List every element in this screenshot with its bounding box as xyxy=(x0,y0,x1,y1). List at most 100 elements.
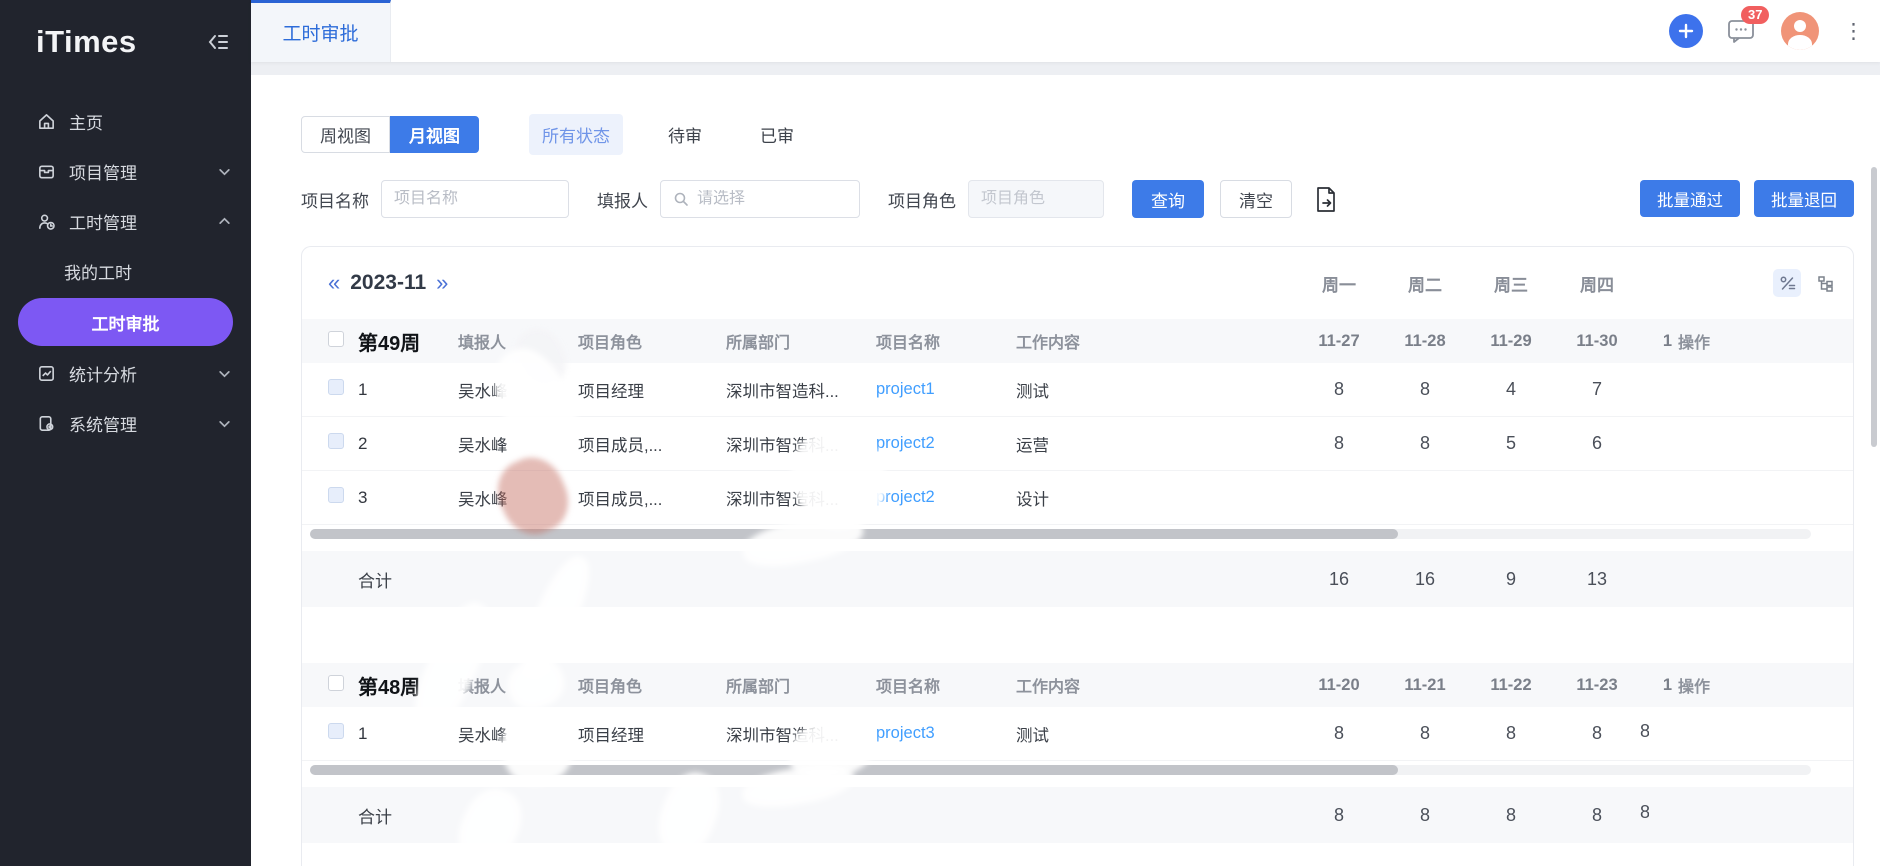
sidebar-item-label: 系统管理 xyxy=(69,411,205,436)
chevron-down-icon xyxy=(218,165,231,178)
week-view-button[interactable]: 周视图 xyxy=(301,116,390,153)
table-row: 2吴水峰项目成员,...深圳市智造科...project2运营8856 xyxy=(302,417,1853,471)
section-gap xyxy=(302,607,1853,655)
percent-view-icon[interactable] xyxy=(1773,269,1801,297)
date-column-header: 11-28 xyxy=(1382,332,1468,351)
sidebar-item-time-mgmt[interactable]: 工时管理 xyxy=(0,196,251,246)
message-count-badge: 37 xyxy=(1741,6,1769,24)
total-label: 合计 xyxy=(358,803,458,828)
column-header: 工作内容 xyxy=(1016,329,1296,353)
project-name-input-wrap xyxy=(381,180,569,218)
table-row: 3吴水峰项目成员,...深圳市智造科...project2设计 xyxy=(302,471,1853,525)
add-button[interactable] xyxy=(1669,14,1703,48)
total-hours-cell: 8 xyxy=(1468,805,1554,826)
hours-cell: 4 xyxy=(1468,379,1554,400)
chevron-down-icon xyxy=(218,417,231,430)
total-hours-cell: 8 xyxy=(1296,805,1382,826)
avatar[interactable] xyxy=(1781,12,1819,50)
sidebar-collapse-icon[interactable] xyxy=(207,32,229,52)
work-content: 测试 xyxy=(1016,378,1296,402)
sidebar-item-home[interactable]: 主页 xyxy=(0,96,251,146)
search-button[interactable]: 查询 xyxy=(1132,180,1204,218)
hours-cell: 8 xyxy=(1554,723,1640,744)
project-name-label: 项目名称 xyxy=(301,187,369,212)
scrollbar-thumb[interactable] xyxy=(310,765,1398,775)
week-header-row: 第48周填报人项目角色所属部门项目名称工作内容11-2011-2111-2211… xyxy=(302,663,1853,707)
prev-month-button[interactable]: « xyxy=(328,272,340,294)
clipped-date-column: 1 xyxy=(1640,332,1674,351)
clear-button[interactable]: 清空 xyxy=(1220,180,1292,218)
project-role-label: 项目角色 xyxy=(888,187,956,212)
project-role-input[interactable] xyxy=(981,190,1091,208)
column-header: 填报人 xyxy=(458,673,578,697)
reporter-label: 填报人 xyxy=(597,187,648,212)
hours-cell: 8 xyxy=(1296,723,1382,744)
sidebar-item-label: 工时管理 xyxy=(69,209,205,234)
checkbox-cell xyxy=(302,487,358,508)
total-row: 合计88888 xyxy=(302,787,1853,843)
reporter-select-input[interactable] xyxy=(697,190,847,208)
sidebar-item-timesheet-approval[interactable]: 工时审批 xyxy=(18,298,233,346)
sidebar-item-system-mgmt[interactable]: 系统管理 xyxy=(0,398,251,448)
week-label: 第49周 xyxy=(358,327,458,356)
row-index: 2 xyxy=(358,434,458,454)
date-column-header: 11-21 xyxy=(1382,676,1468,695)
sidebar-item-statistics[interactable]: 统计分析 xyxy=(0,348,251,398)
select-all-checkbox[interactable] xyxy=(328,331,344,347)
hours-cell: 7 xyxy=(1554,379,1640,400)
tab-label: 工时审批 xyxy=(282,19,358,46)
batch-reject-button[interactable]: 批量退回 xyxy=(1754,180,1854,217)
project-link[interactable]: project3 xyxy=(876,724,1016,743)
batch-approve-button[interactable]: 批量通过 xyxy=(1640,180,1740,217)
column-header: 项目名称 xyxy=(876,673,1016,697)
sidebar-item-project-mgmt[interactable]: 项目管理 xyxy=(0,146,251,196)
total-row: 合计1616913 xyxy=(302,551,1853,607)
column-header: 所属部门 xyxy=(726,673,876,697)
month-view-button[interactable]: 月视图 xyxy=(390,116,479,153)
tree-view-icon[interactable] xyxy=(1811,269,1839,297)
week-label: 第48周 xyxy=(358,671,458,700)
row-checkbox[interactable] xyxy=(328,433,344,449)
total-hours-cell: 16 xyxy=(1382,569,1468,590)
tab-timesheet-approval[interactable]: 工时审批 xyxy=(251,0,391,62)
topbar: 工时审批 37 ⋮ xyxy=(251,0,1880,62)
select-all-checkbox[interactable] xyxy=(328,675,344,691)
checkbox-cell xyxy=(302,331,358,352)
weekday-label: 周二 xyxy=(1382,271,1468,296)
table-row: 1吴水峰项目经理深圳市智造科...project1测试8847 xyxy=(302,363,1853,417)
sidebar-item-label: 统计分析 xyxy=(69,361,205,386)
scrollbar-thumb[interactable] xyxy=(310,529,1398,539)
project-name-input[interactable] xyxy=(394,190,556,208)
horizontal-scrollbar xyxy=(302,761,1853,779)
home-icon xyxy=(36,111,56,131)
total-hours-cell: 8 xyxy=(1554,805,1640,826)
status-filter-reviewed[interactable]: 已审 xyxy=(747,114,807,155)
project-link[interactable]: project2 xyxy=(876,434,1016,453)
kebab-menu-icon[interactable]: ⋮ xyxy=(1843,21,1864,42)
work-content: 测试 xyxy=(1016,722,1296,746)
time-icon xyxy=(36,211,56,231)
clipped-hours-cell: 8 xyxy=(1640,721,1674,747)
reporter-select[interactable] xyxy=(660,180,860,218)
sidebar: iTimes 主页 项目管理 工时管理 xyxy=(0,0,251,866)
date-column-header: 11-20 xyxy=(1296,676,1382,695)
chevron-down-icon xyxy=(218,367,231,380)
row-checkbox[interactable] xyxy=(328,379,344,395)
messages-button[interactable]: 37 xyxy=(1727,17,1757,45)
total-hours-cell: 8 xyxy=(1382,805,1468,826)
status-filter-pending[interactable]: 待审 xyxy=(655,114,715,155)
status-filter-all[interactable]: 所有状态 xyxy=(529,114,623,155)
export-file-icon[interactable] xyxy=(1314,186,1338,213)
row-checkbox[interactable] xyxy=(328,487,344,503)
project-link[interactable]: project2 xyxy=(876,488,1016,507)
sidebar-subitem-label: 工时审批 xyxy=(92,310,160,335)
next-month-button[interactable]: » xyxy=(436,272,448,294)
total-label: 合计 xyxy=(358,567,458,592)
row-checkbox[interactable] xyxy=(328,723,344,739)
calendar-header: « 2023-11 » 周一 周二 周三 周四 xyxy=(302,255,1853,311)
column-header: 所属部门 xyxy=(726,329,876,353)
vertical-scrollbar[interactable] xyxy=(1871,167,1877,447)
sidebar-item-my-timesheet[interactable]: 我的工时 xyxy=(0,246,251,296)
project-link[interactable]: project1 xyxy=(876,380,1016,399)
week-header-row: 第49周填报人项目角色所属部门项目名称工作内容11-2711-2811-2911… xyxy=(302,319,1853,363)
